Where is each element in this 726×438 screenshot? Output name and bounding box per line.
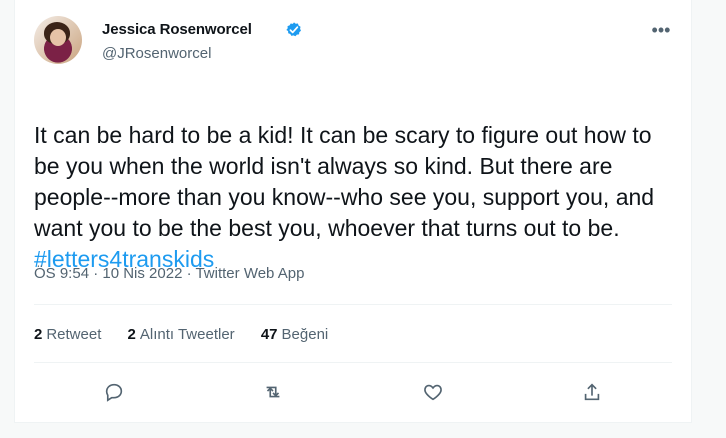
profile-name[interactable]: Jessica Rosenworcel xyxy=(102,21,252,38)
verified-badge-icon xyxy=(286,22,301,37)
tweet-metadata[interactable]: ÖS 9:54 · 10 Nis 2022 · Twitter Web App xyxy=(34,265,304,282)
stats-top-divider xyxy=(34,304,672,305)
retweet-stat[interactable]: 2 Retweet xyxy=(34,326,101,343)
like-button[interactable] xyxy=(419,378,447,406)
reply-button[interactable] xyxy=(100,378,128,406)
tweet-body-text: It can be hard to be a kid! It can be sc… xyxy=(34,122,655,241)
tweet-text: It can be hard to be a kid! It can be sc… xyxy=(34,89,674,275)
share-button[interactable] xyxy=(578,378,606,406)
profile-handle[interactable]: @JRosenworcel xyxy=(102,45,211,62)
retweet-count: 2 xyxy=(34,326,43,343)
quote-tweets-count: 2 xyxy=(127,326,136,343)
tweet-stats: 2 Retweet 2 Alıntı Tweetler 47 Beğeni xyxy=(34,326,350,343)
retweet-icon xyxy=(266,386,280,398)
retweet-button[interactable] xyxy=(259,378,287,406)
share-icon xyxy=(584,383,600,401)
profile-avatar[interactable] xyxy=(34,16,82,64)
likes-count: 47 xyxy=(260,326,278,343)
heart-icon xyxy=(424,384,442,401)
tweet-actions xyxy=(15,378,691,406)
likes-label: Beğeni xyxy=(281,326,329,343)
quote-tweets-stat[interactable]: 2 Alıntı Tweetler xyxy=(128,326,235,343)
more-options-icon[interactable]: ••• xyxy=(649,20,673,40)
likes-stat[interactable]: 47 Beğeni xyxy=(261,326,328,343)
tweet-card: Jessica Rosenworcel @JRosenworcel ••• It… xyxy=(14,0,692,423)
retweet-label: Retweet xyxy=(46,326,102,343)
reply-icon xyxy=(105,383,123,402)
actions-top-divider xyxy=(34,362,672,363)
quote-tweets-label: Alıntı Tweetler xyxy=(139,326,235,343)
